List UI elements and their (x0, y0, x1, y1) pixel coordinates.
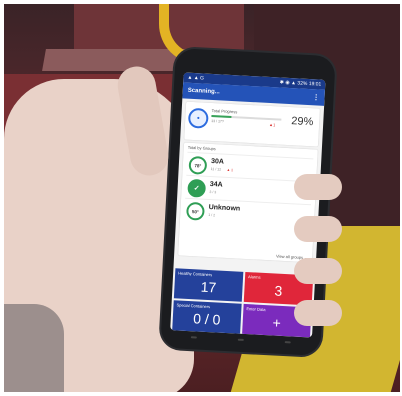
status-right: ✱ ◉ ▲ 32% 19:01 (279, 79, 322, 88)
group-name: 30A (210, 158, 225, 166)
tile-value: 0 / 0 (192, 310, 221, 328)
finger (294, 258, 342, 284)
tile-value: 17 (200, 278, 217, 296)
group-count: 1 / 2 (208, 212, 216, 218)
tile-title: Enter Data (246, 306, 266, 313)
finger (294, 300, 342, 326)
photo-scene: ▲ ▲ G ✱ ◉ ▲ 32% 19:01 Scanning... ⋮ ● To… (4, 4, 400, 392)
finger (294, 216, 342, 242)
group-alert: ▲ 1 (226, 167, 234, 173)
tile-title: Alarms (247, 274, 261, 280)
sleeve (4, 304, 64, 392)
total-progress-card[interactable]: ● Total Progress 13 / 17? ▲1 29% (184, 101, 320, 147)
group-count: 11 / 12 (210, 167, 222, 172)
status-left: ▲ ▲ G (187, 74, 205, 82)
fingers (294, 174, 342, 354)
total-count: 13 / 17? (211, 118, 224, 124)
progress-ring-icon: ● (187, 107, 209, 129)
healthy-containers-tile[interactable]: Healthy Containers 17 (173, 268, 244, 302)
home-button[interactable] (237, 338, 244, 341)
total-alert-badge: ▲1 (268, 122, 276, 128)
tile-title: Healthy Containers (178, 270, 213, 278)
total-progress-label: Total Progress (211, 107, 238, 115)
tile-title: Special Containers (176, 302, 211, 310)
group-name: 34A (209, 180, 223, 189)
group-progress-ring: 78° (188, 155, 208, 175)
finger (294, 174, 342, 200)
check-icon: ✓ (187, 178, 207, 198)
recent-apps-button[interactable] (190, 336, 197, 339)
total-percent: 29% (290, 115, 314, 129)
group-name: Unknown (208, 203, 241, 213)
page-title: Scanning... (187, 87, 220, 96)
group-progress-ring: 50° (185, 201, 205, 221)
back-button[interactable] (284, 341, 292, 344)
group-count: 3 / 3 (209, 189, 217, 195)
special-containers-tile[interactable]: Special Containers 0 / 0 (172, 300, 242, 334)
total-progress-fill (211, 114, 232, 119)
overflow-menu-icon[interactable]: ⋮ (312, 93, 319, 101)
